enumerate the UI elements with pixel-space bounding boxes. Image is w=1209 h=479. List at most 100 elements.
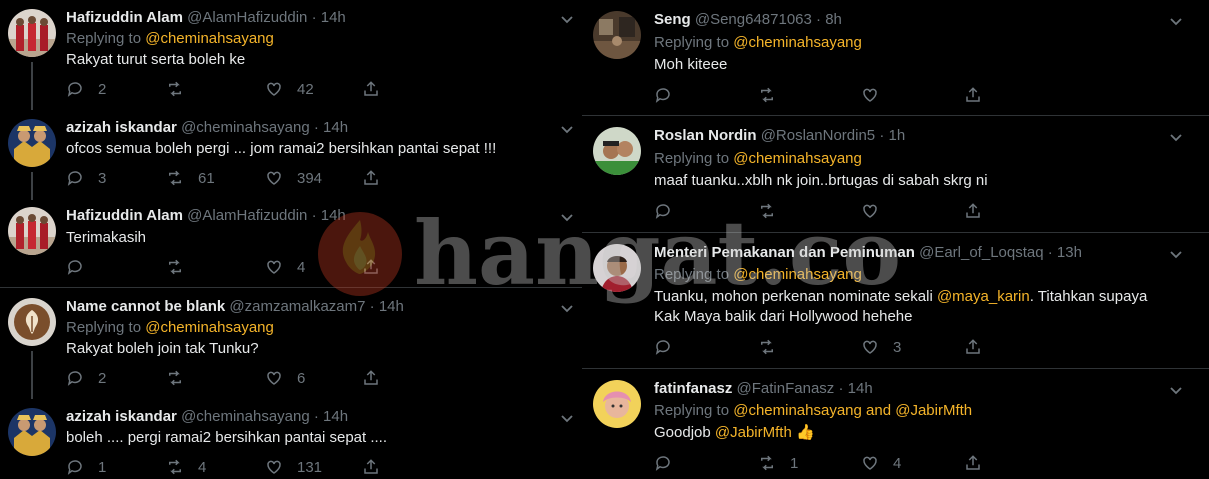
- mention-link[interactable]: @maya_karin: [937, 288, 1030, 305]
- chevron-down-icon[interactable]: [1167, 381, 1185, 399]
- chevron-down-icon[interactable]: [558, 120, 576, 138]
- chevron-down-icon[interactable]: [558, 299, 576, 317]
- chevron-down-icon[interactable]: [558, 409, 576, 427]
- tweet-seng[interactable]: Seng @Seng64871063 · 8h Replying to @che…: [582, 0, 1209, 116]
- share-button[interactable]: [362, 257, 380, 277]
- tweet-azizah-2[interactable]: azizah iskandar @cheminahsayang · 14h bo…: [0, 397, 582, 479]
- avatar[interactable]: [593, 380, 641, 428]
- share-button[interactable]: [362, 457, 380, 477]
- tweet-name-cannot-be-blank[interactable]: Name cannot be blank @zamzamalkazam7 · 1…: [0, 289, 582, 399]
- like-button[interactable]: [861, 201, 893, 221]
- mention-link[interactable]: @JabirMfth: [895, 402, 972, 419]
- timestamp[interactable]: 14h: [323, 408, 348, 425]
- share-button[interactable]: [362, 168, 380, 188]
- retweet-button[interactable]: 61: [166, 168, 215, 188]
- display-name[interactable]: fatinfanasz: [654, 380, 732, 397]
- share-button[interactable]: [964, 201, 982, 221]
- share-button[interactable]: [964, 85, 982, 105]
- timestamp[interactable]: 1h: [888, 127, 905, 144]
- reply-button[interactable]: [654, 201, 686, 221]
- share-button[interactable]: [964, 453, 982, 473]
- display-name[interactable]: Hafizuddin Alam: [66, 9, 183, 26]
- like-button[interactable]: 3: [861, 337, 901, 357]
- reply-button[interactable]: [654, 453, 686, 473]
- user-handle[interactable]: @AlamHafizuddin: [187, 207, 307, 224]
- tweet-hafizuddin-2[interactable]: Hafizuddin Alam @AlamHafizuddin · 14h Te…: [0, 198, 582, 288]
- avatar[interactable]: [8, 298, 56, 346]
- like-button[interactable]: [861, 85, 893, 105]
- retweet-button[interactable]: [758, 201, 790, 221]
- reply-button[interactable]: 2: [66, 368, 106, 388]
- chevron-down-icon[interactable]: [1167, 12, 1185, 30]
- retweet-button[interactable]: [758, 85, 790, 105]
- like-button[interactable]: 394: [265, 168, 322, 188]
- chevron-down-icon[interactable]: [1167, 128, 1185, 146]
- avatar[interactable]: [593, 127, 641, 175]
- retweet-button[interactable]: [166, 257, 198, 277]
- mention-link[interactable]: @cheminahsayang: [145, 30, 274, 47]
- reply-button[interactable]: [654, 85, 686, 105]
- retweet-button[interactable]: [758, 337, 790, 357]
- avatar[interactable]: [8, 408, 56, 456]
- user-handle[interactable]: @zamzamalkazam7: [229, 298, 365, 315]
- user-handle[interactable]: @RoslanNordin5: [761, 127, 875, 144]
- user-handle[interactable]: @FatinFanasz: [737, 380, 835, 397]
- like-button[interactable]: 4: [265, 257, 305, 277]
- user-handle[interactable]: @Earl_of_Loqstaq: [919, 244, 1043, 261]
- tweet-azizah-1[interactable]: azizah iskandar @cheminahsayang · 14h of…: [0, 108, 582, 200]
- user-handle[interactable]: @Seng64871063: [695, 11, 812, 28]
- chevron-down-icon[interactable]: [1167, 245, 1185, 263]
- like-button[interactable]: 42: [265, 79, 314, 99]
- like-button[interactable]: 4: [861, 453, 901, 473]
- display-name[interactable]: Menteri Pemakanan dan Peminuman: [654, 244, 915, 261]
- user-handle[interactable]: @AlamHafizuddin: [187, 9, 307, 26]
- like-button[interactable]: 6: [265, 368, 305, 388]
- retweet-button[interactable]: [166, 79, 198, 99]
- share-button[interactable]: [362, 368, 380, 388]
- share-button[interactable]: [964, 337, 982, 357]
- timestamp[interactable]: 13h: [1057, 244, 1082, 261]
- retweet-icon: [169, 370, 181, 386]
- retweet-button[interactable]: 1: [758, 453, 798, 473]
- display-name[interactable]: Hafizuddin Alam: [66, 207, 183, 224]
- user-handle[interactable]: @cheminahsayang: [181, 408, 310, 425]
- avatar[interactable]: [593, 244, 641, 292]
- display-name[interactable]: Seng: [654, 11, 691, 28]
- tweet-fatinfanasz[interactable]: fatinfanasz @FatinFanasz · 14h Replying …: [582, 369, 1209, 479]
- display-name[interactable]: Name cannot be blank: [66, 298, 225, 315]
- timestamp[interactable]: 14h: [848, 380, 873, 397]
- reply-button[interactable]: 2: [66, 79, 106, 99]
- mention-link[interactable]: @cheminahsayang: [145, 319, 274, 336]
- display-name[interactable]: Roslan Nordin: [654, 127, 757, 144]
- user-handle[interactable]: @cheminahsayang: [181, 119, 310, 136]
- avatar[interactable]: [8, 207, 56, 255]
- avatar[interactable]: [8, 9, 56, 57]
- tweet-roslan[interactable]: Roslan Nordin @RoslanNordin5 · 1h Replyi…: [582, 116, 1209, 233]
- reply-button[interactable]: 3: [66, 168, 106, 188]
- chevron-down-icon[interactable]: [558, 10, 576, 28]
- display-name[interactable]: azizah iskandar: [66, 408, 177, 425]
- display-name[interactable]: azizah iskandar: [66, 119, 177, 136]
- mention-link[interactable]: @cheminahsayang: [733, 34, 862, 51]
- reply-button[interactable]: [654, 337, 686, 357]
- retweet-button[interactable]: [166, 368, 198, 388]
- timestamp[interactable]: 14h: [379, 298, 404, 315]
- mention-link[interactable]: @cheminahsayang: [733, 266, 862, 283]
- avatar[interactable]: [593, 11, 641, 59]
- tweet-menteri[interactable]: Menteri Pemakanan dan Peminuman @Earl_of…: [582, 233, 1209, 369]
- avatar[interactable]: [8, 119, 56, 167]
- timestamp[interactable]: 14h: [321, 207, 346, 224]
- reply-button[interactable]: [66, 257, 98, 277]
- reply-button[interactable]: 1: [66, 457, 106, 477]
- timestamp[interactable]: 14h: [323, 119, 348, 136]
- timestamp[interactable]: 14h: [321, 9, 346, 26]
- timestamp[interactable]: 8h: [825, 11, 842, 28]
- mention-link[interactable]: @JabirMfth: [715, 424, 792, 441]
- share-button[interactable]: [362, 79, 380, 99]
- tweet-hafizuddin-1[interactable]: Hafizuddin Alam @AlamHafizuddin · 14h Re…: [0, 0, 582, 110]
- chevron-down-icon[interactable]: [558, 208, 576, 226]
- mention-link[interactable]: @cheminahsayang: [733, 402, 862, 419]
- mention-link[interactable]: @cheminahsayang: [733, 150, 862, 167]
- retweet-button[interactable]: 4: [166, 457, 206, 477]
- like-button[interactable]: 131: [265, 457, 322, 477]
